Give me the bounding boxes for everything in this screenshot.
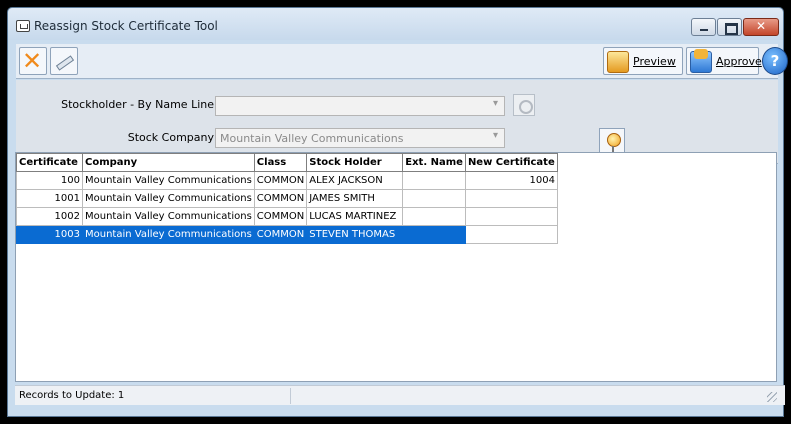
help-icon[interactable]: ? (762, 47, 788, 75)
chevron-down-icon: ▾ (492, 98, 498, 109)
cell-certificate[interactable]: 1003 (16, 225, 83, 244)
preview-icon (607, 51, 629, 73)
pencil-icon (55, 55, 75, 71)
cell-ext-name[interactable] (402, 171, 466, 190)
company-combo[interactable]: Mountain Valley Communications ▾ (215, 128, 505, 148)
cell-certificate[interactable]: 1001 (16, 189, 83, 208)
edit-button[interactable] (50, 47, 78, 75)
status-divider (290, 388, 291, 404)
cell-holder[interactable]: STEVEN THOMAS (306, 225, 404, 244)
stockholder-lookup-button[interactable] (513, 94, 535, 116)
column-header-new-certificate[interactable]: New Certificate (464, 153, 558, 172)
certificates-grid: Certificate Company Class Stock Holder E… (15, 152, 777, 382)
cell-holder[interactable]: LUCAS MARTINEZ (306, 207, 404, 226)
preview-label: Preview (633, 55, 676, 68)
toolbar: ✕ Preview Approve ? (16, 44, 788, 79)
cell-new-certificate[interactable] (464, 225, 558, 244)
cell-new-certificate[interactable] (464, 207, 558, 226)
column-header-company[interactable]: Company (82, 153, 255, 172)
cell-holder[interactable]: JAMES SMITH (306, 189, 404, 208)
cell-class[interactable]: COMMON (253, 171, 308, 190)
cell-class[interactable]: COMMON (253, 207, 308, 226)
table-row[interactable]: 100 Mountain Valley Communications COMMO… (16, 171, 558, 190)
cell-certificate[interactable]: 1002 (16, 207, 83, 226)
table-header-row: Certificate Company Class Stock Holder E… (16, 153, 558, 172)
preview-button[interactable]: Preview (603, 47, 683, 75)
table-row-selected[interactable]: 1003 Mountain Valley Communications COMM… (16, 225, 558, 244)
company-value: Mountain Valley Communications (220, 132, 404, 145)
cell-holder[interactable]: ALEX JACKSON (306, 171, 404, 190)
cell-class[interactable]: COMMON (253, 189, 308, 208)
column-header-stock-holder[interactable]: Stock Holder (306, 153, 404, 172)
records-to-update: Records to Update: 1 (19, 390, 125, 401)
certificates-table: Certificate Company Class Stock Holder E… (16, 153, 558, 244)
table-row[interactable]: 1001 Mountain Valley Communications COMM… (16, 189, 558, 208)
window-title: Reassign Stock Certificate Tool (34, 19, 218, 33)
maximize-button[interactable] (717, 18, 742, 36)
cell-class[interactable]: COMMON (253, 225, 308, 244)
approve-button[interactable]: Approve (686, 47, 762, 75)
cell-new-certificate[interactable]: 1004 (464, 171, 558, 190)
column-header-ext-name[interactable]: Ext. Name (402, 153, 466, 172)
chevron-down-icon: ▾ (492, 130, 498, 141)
approve-label: Approve (716, 55, 762, 68)
table-row[interactable]: 1002 Mountain Valley Communications COMM… (16, 207, 558, 226)
cell-company[interactable]: Mountain Valley Communications (82, 189, 255, 208)
cell-ext-name[interactable] (402, 207, 466, 226)
cell-company[interactable]: Mountain Valley Communications (82, 171, 255, 190)
x-icon: ✕ (22, 47, 43, 75)
approve-icon (690, 49, 712, 73)
minimize-button[interactable] (691, 18, 716, 36)
close-button[interactable] (743, 18, 779, 36)
status-bar: Records to Update: 1 (15, 385, 785, 405)
delete-button[interactable]: ✕ (19, 47, 47, 75)
resize-grip-icon[interactable] (767, 392, 777, 402)
cell-company[interactable]: Mountain Valley Communications (82, 207, 255, 226)
company-label: Stock Company (127, 131, 214, 144)
stockholder-combo[interactable]: ▾ (215, 96, 505, 116)
cell-ext-name[interactable] (402, 225, 466, 244)
column-header-certificate[interactable]: Certificate (16, 153, 83, 172)
column-header-class[interactable]: Class (253, 153, 308, 172)
app-icon (16, 20, 30, 32)
cell-ext-name[interactable] (402, 189, 466, 208)
stockholder-label: Stockholder - By Name Line (61, 98, 214, 111)
title-bar[interactable]: Reassign Stock Certificate Tool (8, 8, 783, 40)
cell-certificate[interactable]: 100 (16, 171, 83, 190)
cell-company[interactable]: Mountain Valley Communications (82, 225, 255, 244)
cell-new-certificate[interactable] (464, 189, 558, 208)
